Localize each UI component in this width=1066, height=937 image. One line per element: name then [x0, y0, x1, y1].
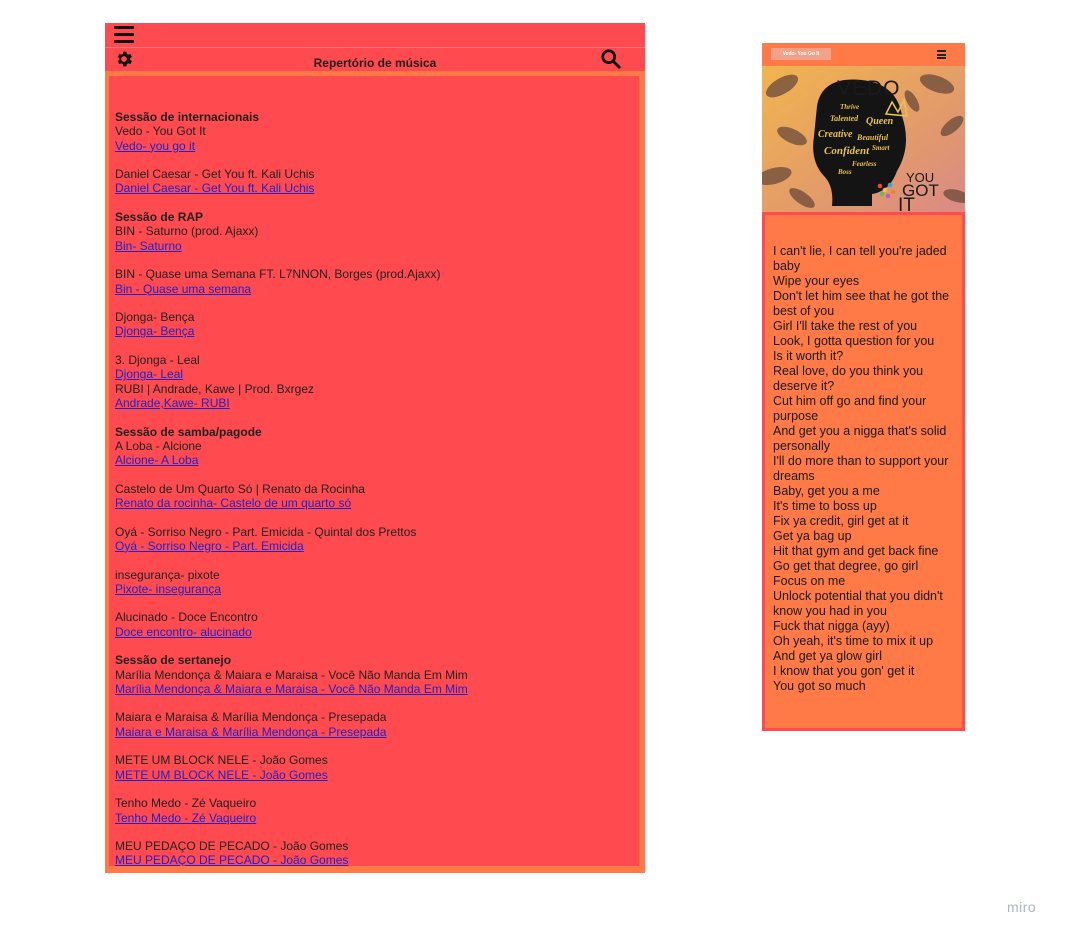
section-title: Sessão de internacionais: [115, 110, 260, 124]
song-title: Marília Mendonça & Maiara e Maraisa - Vo…: [115, 667, 468, 682]
lyric-line: Wipe your eyes: [773, 274, 860, 288]
music-repertoire-frame: Repertório de música Sessão de internaci…: [105, 23, 645, 873]
song-link[interactable]: Oyá - Sorriso Negro - Part. Emicida: [115, 539, 304, 553]
song-top-bar: Vedo- You Go It: [762, 43, 965, 66]
section-title: Sessão de samba/pagode: [115, 424, 262, 439]
lyric-line: Get ya bag up: [773, 529, 852, 543]
miro-watermark: miro: [1007, 899, 1037, 915]
song-title: A Loba - Alcione: [115, 438, 202, 453]
section-international: Sessão de internacionais Vedo - You Got …: [115, 110, 635, 210]
lyric-line: Girl I'll take the rest of you: [773, 319, 918, 333]
cover-word: Boss: [837, 168, 852, 176]
song-link[interactable]: Marília Mendonça & Maiara e Maraisa - Vo…: [115, 682, 468, 696]
lyric-line: Fix ya credit, girl get at it: [773, 514, 909, 528]
lyric-line: I'll do more than to support your dreams: [773, 454, 949, 483]
lyric-line: Is it worth it?: [773, 349, 844, 363]
cover-word: Talented: [830, 114, 859, 123]
lyrics-border: I can't lie, I can tell you're jaded bab…: [762, 212, 965, 731]
song-detail-frame: Vedo- You Go It VEDO Thrive Talented Que…: [762, 43, 965, 731]
song-link[interactable]: Bin - Quase uma semana: [115, 282, 251, 296]
song-link[interactable]: Doce encontro- alucinado: [115, 625, 252, 639]
lyric-line: Fuck that nigga (ayy): [773, 619, 890, 633]
song-title: BIN - Quase uma Semana FT. L7NNON, Borge…: [115, 267, 441, 282]
section-title: Sessão de RAP: [115, 210, 204, 225]
song-link[interactable]: Vedo- you go it: [115, 139, 195, 153]
song-title: MEU PEDAÇO DE PECADO - João Gomes: [115, 839, 349, 854]
cover-subtitle: IT: [898, 195, 915, 212]
lyric-line: I can't lie, I can tell you're jaded bab…: [773, 244, 947, 273]
song-link[interactable]: METE UM BLOCK NELE - João Gomes: [115, 768, 328, 782]
lyric-line: And get ya glow girl: [773, 649, 883, 663]
lyric-line: Cut him off go and find your purpose: [773, 394, 927, 423]
page-title: Repertório de música: [313, 56, 437, 70]
album-cover-art: VEDO Thrive Talented Queen Creative Beau…: [762, 66, 965, 212]
cover-title: VEDO: [837, 77, 901, 100]
hamburger-menu-icon[interactable]: [937, 50, 946, 59]
song-link[interactable]: Daniel Caesar - Get You ft. Kali Uchis: [115, 181, 314, 195]
cover-word: Fearless: [852, 160, 877, 168]
lyric-line: Go get that degree, go girl: [773, 559, 919, 573]
album-cover: VEDO Thrive Talented Queen Creative Beau…: [762, 66, 965, 212]
section-rap: Sessão de RAP BIN - Saturno (prod. Ajaxx…: [115, 210, 635, 424]
content-panel: Sessão de internacionais Vedo - You Got …: [109, 76, 639, 866]
cover-word: Confident: [824, 145, 870, 157]
song-title: 3. Djonga - Leal: [115, 353, 200, 368]
top-nav-bar: [105, 23, 645, 48]
lyric-line: It's time to boss up: [773, 499, 877, 513]
section-sertanejo: Sessão de sertanejo Marília Mendonça & M…: [115, 653, 635, 866]
lyrics-panel: I can't lie, I can tell you're jaded bab…: [765, 215, 962, 728]
cover-word: Queen: [866, 116, 894, 127]
song-title: Maiara e Maraisa & Marília Mendonça - Pr…: [115, 710, 387, 725]
song-title: Castelo de Um Quarto Só | Renato da Roci…: [115, 481, 365, 496]
cover-word: Smart: [872, 144, 891, 152]
song-title: Oyá - Sorriso Negro - Part. Emicida - Qu…: [115, 524, 417, 539]
lyric-line: Focus on me: [773, 574, 846, 588]
lyric-line: Hit that gym and get back fine: [773, 544, 939, 558]
song-link[interactable]: Andrade,Kawe- RUBI: [115, 396, 230, 410]
section-title: Sessão de sertanejo: [115, 653, 232, 668]
song-link[interactable]: Alcione- A Loba: [115, 453, 198, 467]
lyric-line: Real love, do you think you deserve it?: [773, 364, 924, 393]
search-icon[interactable]: [600, 48, 622, 70]
cover-word: Thrive: [840, 103, 859, 111]
section-samba-pagode: Sessão de samba/pagode A Loba - Alcione …: [115, 425, 635, 654]
song-title: Tenho Medo - Zé Vaqueiro: [115, 796, 257, 811]
song-title: insegurança- pixote: [115, 567, 220, 582]
song-link[interactable]: Pixote- insegurança: [115, 582, 221, 596]
lyrics-text: I can't lie, I can tell you're jaded bab…: [773, 244, 959, 694]
lyric-line: And get you a nigga that's solid persona…: [773, 424, 947, 453]
song-link[interactable]: Djonga- Bença: [115, 324, 194, 338]
song-link[interactable]: Bin- Saturno: [115, 239, 182, 253]
lyric-line: Unlock potential that you didn't know yo…: [773, 589, 943, 618]
song-title: BIN - Saturno (prod. Ajaxx): [115, 224, 259, 239]
song-title: Alucinado - Doce Encontro: [115, 610, 258, 625]
song-link[interactable]: Djonga- Leal: [115, 367, 183, 381]
playlist: Sessão de internacionais Vedo - You Got …: [115, 110, 635, 866]
lyric-line: Don't let him see that he got the best o…: [773, 289, 950, 318]
content-border: Sessão de internacionais Vedo - You Got …: [105, 71, 645, 873]
lyric-line: Baby, get you a me: [773, 484, 880, 498]
song-link[interactable]: Renato da rocinha- Castelo de um quarto …: [115, 496, 351, 510]
cover-word: Creative: [818, 129, 853, 140]
hamburger-menu-icon[interactable]: [114, 26, 134, 44]
cover-word: Beautiful: [856, 133, 889, 142]
song-link[interactable]: Tenho Medo - Zé Vaqueiro: [115, 811, 256, 825]
song-title: Djonga- Bença: [115, 310, 195, 325]
lyric-line: Look, I gotta question for you: [773, 334, 935, 348]
lyric-line: Oh yeah, it's time to mix it up: [773, 634, 934, 648]
song-title: METE UM BLOCK NELE - João Gomes: [115, 753, 328, 768]
song-title-chip[interactable]: Vedo- You Go It: [771, 48, 831, 60]
song-title: Vedo - You Got It: [115, 124, 206, 139]
song-link[interactable]: Maiara e Maraisa & Marília Mendonça - Pr…: [115, 725, 386, 739]
song-title: RUBI | Andrade, Kawe | Prod. Bxrgez: [115, 381, 314, 396]
song-title: Daniel Caesar - Get You ft. Kali Uchis: [115, 167, 315, 182]
song-link[interactable]: MEU PEDAÇO DE PECADO - João Gomes: [115, 853, 348, 866]
lyric-line: You got so much: [773, 679, 866, 693]
lyric-line: I know that you gon' get it: [773, 664, 915, 678]
title-bar: Repertório de música: [105, 48, 645, 71]
